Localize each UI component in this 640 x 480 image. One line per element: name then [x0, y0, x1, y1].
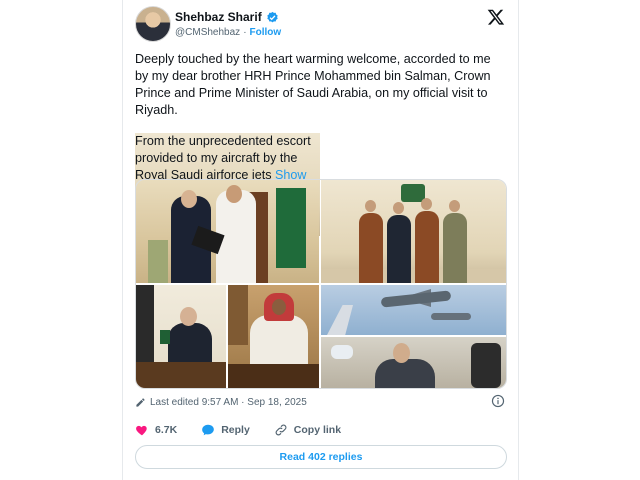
photo-pm-signing[interactable] [136, 285, 226, 388]
desk [136, 362, 226, 388]
chair [148, 240, 168, 283]
verified-badge-icon [266, 11, 278, 22]
author-row: Shehbaz Sharif [175, 10, 279, 24]
handle-row: @CMShehbaz · Follow [175, 27, 281, 38]
person-head [393, 343, 410, 363]
tweet-header: Shehbaz Sharif @CMShehbaz · Follow [135, 6, 505, 42]
tweet-paragraph-1: Deeply touched by the heart warming welc… [135, 52, 491, 117]
person-head [365, 200, 376, 212]
person-head [226, 185, 242, 203]
person [359, 213, 383, 283]
person [415, 211, 439, 283]
cabin-window [331, 345, 353, 359]
person [387, 215, 411, 283]
x-logo-icon[interactable] [487, 8, 505, 26]
cabin-seat [471, 343, 501, 388]
author-handle[interactable]: @CMShehbaz [175, 27, 240, 38]
desk [228, 364, 319, 388]
speech-bubble-icon [202, 424, 215, 436]
saudi-flag [276, 188, 306, 268]
read-replies-button[interactable]: Read 402 replies [135, 445, 507, 469]
author-name[interactable]: Shehbaz Sharif [175, 10, 262, 24]
media-grid [135, 179, 507, 389]
copy-link-button[interactable]: Copy link [274, 423, 341, 437]
aircraft-tail [327, 305, 353, 335]
tweet-card: Shehbaz Sharif @CMShehbaz · Follow Deepl… [122, 0, 519, 480]
photo-crown-prince-signing[interactable] [228, 285, 319, 388]
person-head [180, 307, 197, 326]
side-figure [228, 285, 248, 345]
like-count: 6.7K [155, 424, 178, 436]
person-head [421, 198, 432, 210]
person-suit [375, 359, 435, 388]
copy-link-label: Copy link [293, 424, 342, 436]
separator-dot: · [243, 27, 247, 38]
person [443, 213, 467, 283]
side-figure [136, 285, 154, 365]
reply-label: Reply [221, 424, 250, 436]
like-button[interactable]: 6.7K [135, 423, 177, 437]
person-head [449, 200, 460, 212]
person-head [181, 190, 197, 208]
pencil-icon [136, 397, 145, 407]
photo-aircraft-cabin[interactable] [321, 337, 506, 388]
action-bar: 6.7K Reply Copy link [135, 421, 505, 439]
edited-timestamp[interactable]: Last edited 9:57 AM · Sep 18, 2025 [150, 397, 307, 408]
follow-button[interactable]: Follow [250, 27, 282, 38]
person-head [393, 202, 404, 214]
edited-timestamp-row: Last edited 9:57 AM · Sep 18, 2025 [135, 394, 505, 410]
heart-icon [136, 425, 147, 436]
photo-group-delegation[interactable] [321, 180, 506, 283]
avatar[interactable] [135, 6, 171, 42]
photo-jet-escort[interactable] [321, 285, 506, 335]
person-head [272, 299, 286, 315]
info-icon[interactable] [491, 394, 505, 408]
fighter-jet [431, 313, 471, 320]
person-robe [250, 315, 308, 365]
link-icon [275, 424, 287, 436]
pakistan-flag [160, 330, 170, 344]
photo-signing-welcome[interactable] [136, 180, 319, 283]
reply-button[interactable]: Reply [201, 423, 250, 437]
fighter-jet [380, 290, 452, 308]
floor [321, 269, 506, 283]
